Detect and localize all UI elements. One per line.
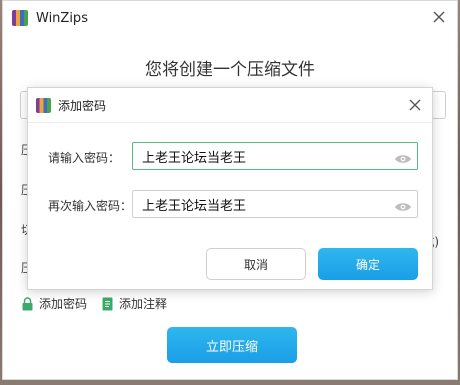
add-comment-label: 添加注释 <box>119 297 168 311</box>
show-password-eye-icon[interactable] <box>394 150 412 163</box>
dialog-title: 添加密码 <box>58 98 107 113</box>
add-password-link[interactable]: 添加密码 <box>21 295 87 312</box>
add-password-dialog: 添加密码 请输入密码： 上老王论坛当老王 再次输入密码： 上老王论坛当老王 取消… <box>27 87 433 290</box>
lock-icon <box>21 296 34 311</box>
confirm-password-label: 再次输入密码： <box>48 199 133 213</box>
main-titlebar: WinZips <box>3 1 457 35</box>
page-title: 您将创建一个压缩文件 <box>145 60 315 80</box>
show-confirm-password-eye-icon[interactable] <box>394 198 412 211</box>
close-icon[interactable] <box>431 9 447 25</box>
password-label: 请输入密码： <box>48 151 121 165</box>
bottom-links: 添加密码 添加注释 <box>21 295 167 312</box>
dialog-titlebar: 添加密码 <box>28 88 432 122</box>
cancel-button[interactable]: 取消 <box>206 248 306 280</box>
confirm-password-value: 上老王论坛当老王 <box>142 198 247 214</box>
ok-button[interactable]: 确定 <box>318 248 418 280</box>
password-input[interactable]: 上老王论坛当老王 <box>132 142 418 170</box>
add-comment-link[interactable]: 添加注释 <box>101 295 167 312</box>
add-password-label: 添加密码 <box>39 297 88 311</box>
dialog-close-icon[interactable] <box>408 98 422 112</box>
app-title: WinZips <box>36 10 88 26</box>
winzips-logo-icon <box>36 97 51 113</box>
winzips-logo-icon <box>12 10 28 26</box>
confirm-password-input[interactable]: 上老王论坛当老王 <box>132 190 418 218</box>
dialog-divider <box>28 122 432 123</box>
compress-now-button[interactable]: 立即压缩 <box>167 327 297 363</box>
password-value: 上老王论坛当老王 <box>142 150 247 166</box>
note-icon <box>101 297 114 311</box>
